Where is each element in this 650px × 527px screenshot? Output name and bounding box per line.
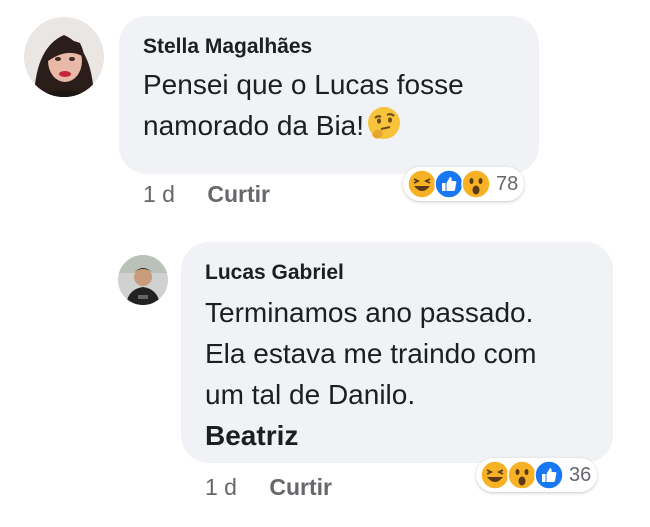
comment-line: Ela estava me traindo com: [205, 338, 537, 369]
comment-line: Terminamos ano passado.: [205, 297, 534, 328]
avatar-stella[interactable]: [24, 17, 104, 97]
reaction-count: 36: [569, 463, 592, 486]
reaction-count: 78: [496, 172, 519, 195]
comment-line: namorado da Bia!: [143, 110, 365, 141]
comment-author[interactable]: Lucas Gabriel: [205, 261, 344, 285]
haha-reaction-icon: [407, 169, 437, 199]
comment-meta: 1 d Curtir: [143, 181, 270, 208]
like-reaction-icon: [534, 460, 564, 490]
comment-line: Pensei que o Lucas fosse: [143, 69, 464, 100]
comment-time[interactable]: 1 d: [205, 474, 237, 500]
thinking-face-emoji: [366, 105, 402, 141]
comment-text: Terminamos ano passado. Ela estava me tr…: [205, 292, 537, 456]
like-button[interactable]: Curtir: [207, 181, 270, 207]
like-button[interactable]: Curtir: [269, 474, 332, 500]
reactions-summary[interactable]: 78: [403, 167, 525, 201]
comment-line: um tal de Danilo.: [205, 379, 416, 410]
avatar-lucas[interactable]: [118, 255, 168, 305]
haha-reaction-icon: [480, 460, 510, 490]
like-reaction-icon: [434, 169, 464, 199]
comment-meta: 1 d Curtir: [205, 474, 332, 501]
reactions-summary[interactable]: 36: [476, 458, 598, 492]
mention-link[interactable]: Beatriz: [205, 415, 537, 456]
wow-reaction-icon: [461, 169, 491, 199]
wow-reaction-icon: [507, 460, 537, 490]
comment-time[interactable]: 1 d: [143, 181, 175, 207]
comment-line-with-emoji: namorado da Bia!: [143, 105, 464, 146]
comment-text: Pensei que o Lucas fosse namorado da Bia…: [143, 64, 464, 146]
comment-author[interactable]: Stella Magalhães: [143, 35, 312, 59]
